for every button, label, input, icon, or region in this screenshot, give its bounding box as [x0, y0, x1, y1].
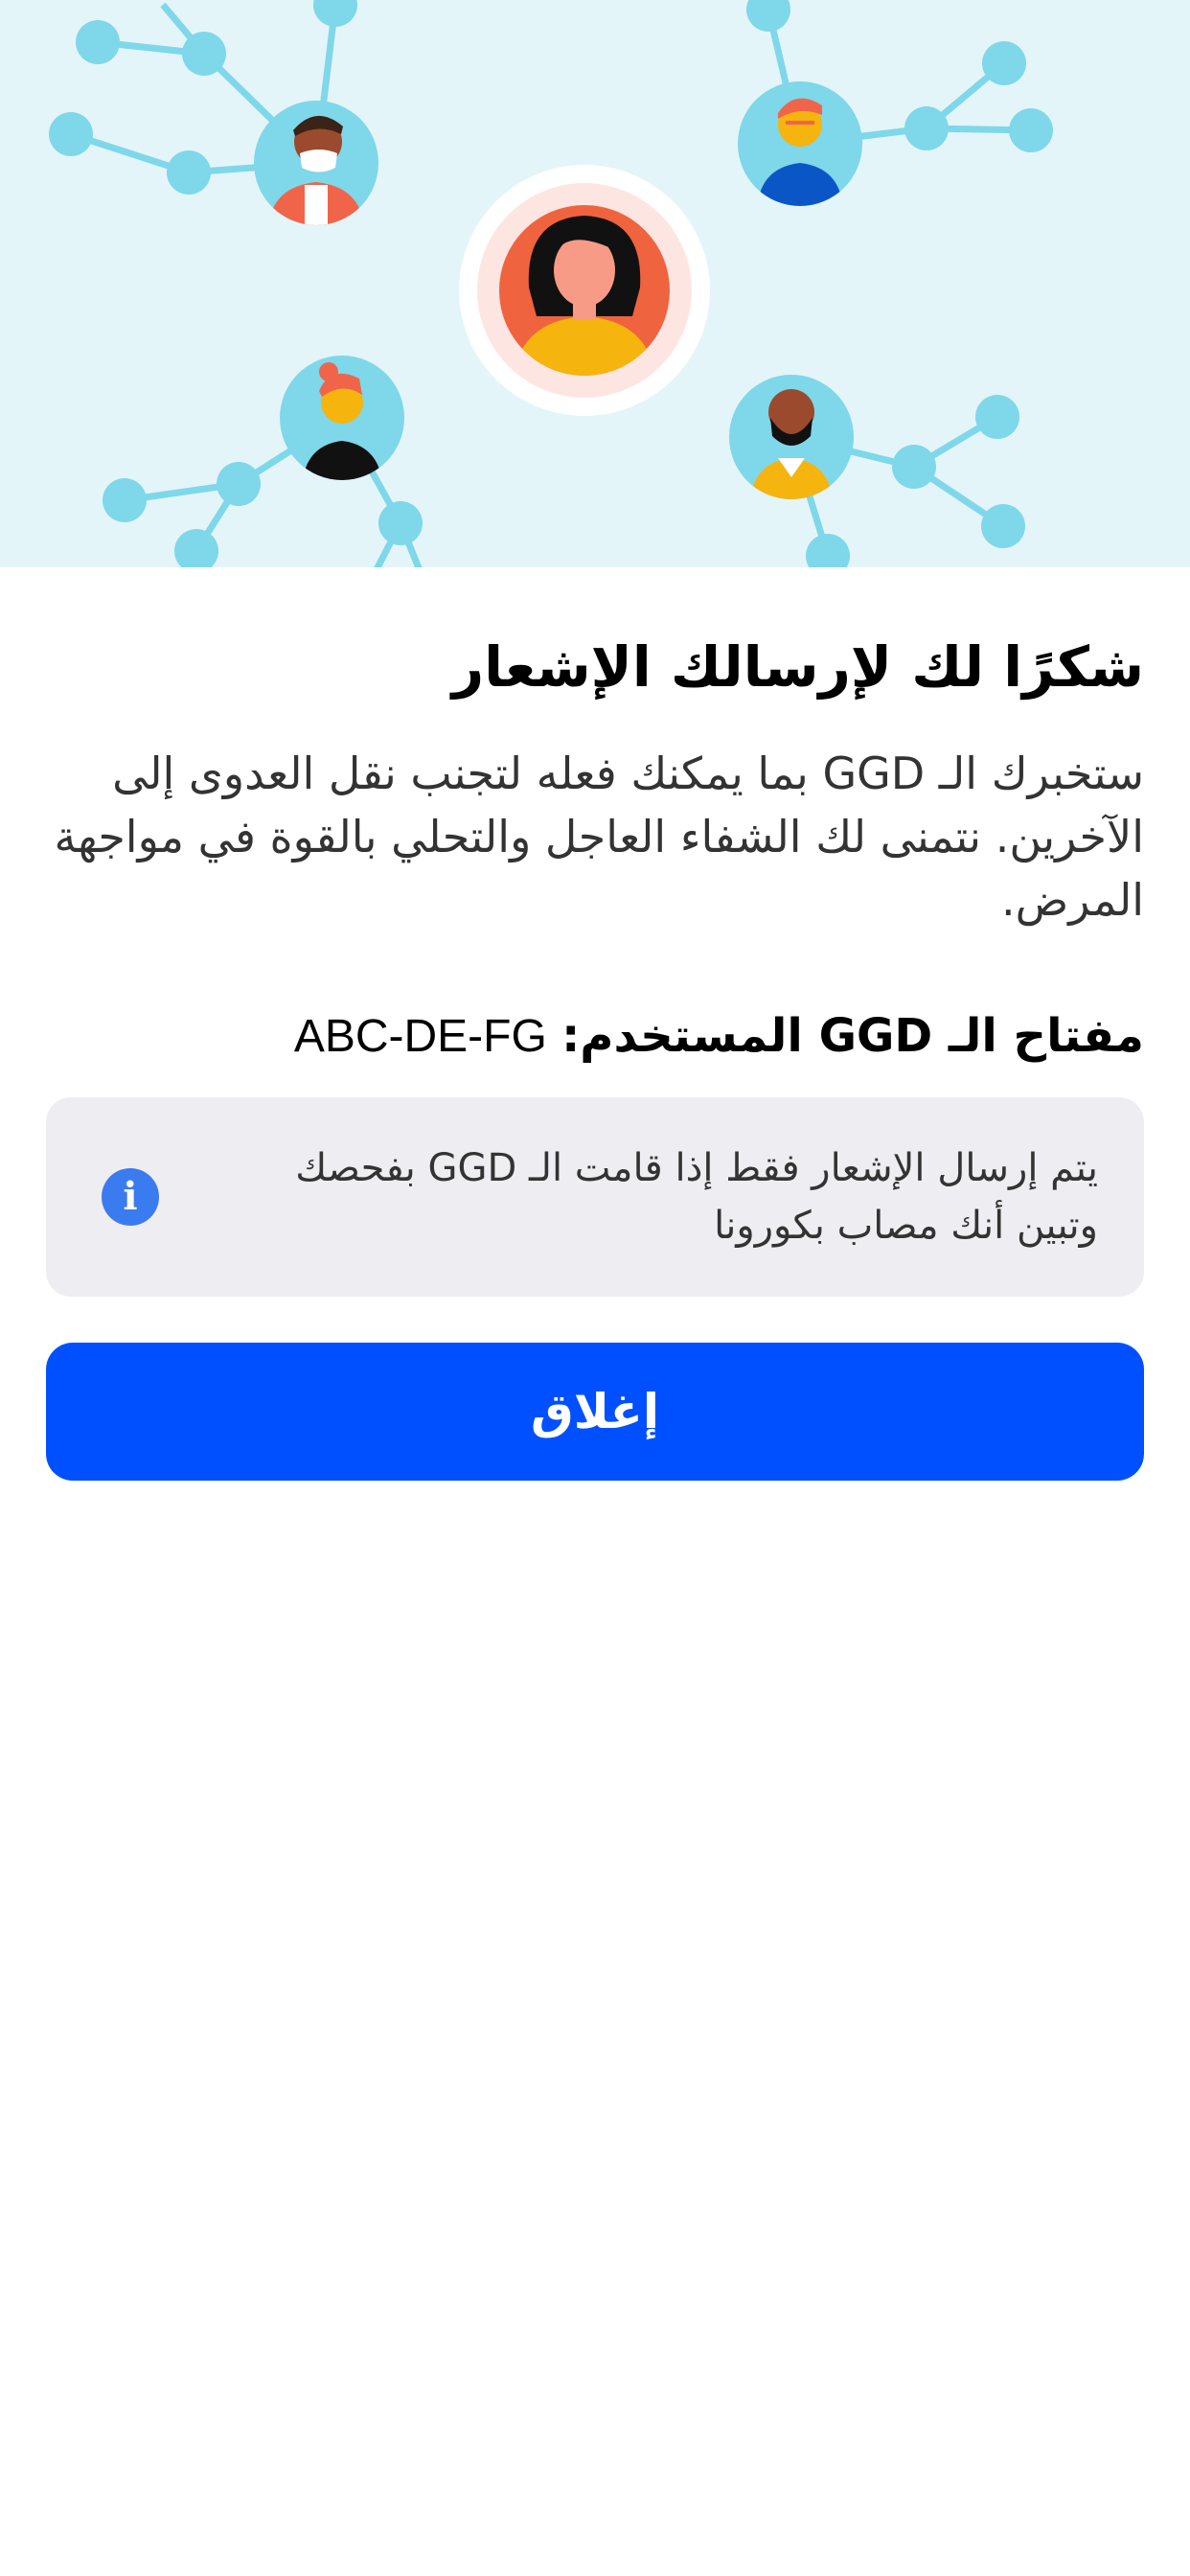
person-avatar-black-shirt: [280, 356, 404, 480]
main-content: شكرًا لك لإرسالك الإشعار ستخبرك الـ GGD …: [46, 567, 1144, 1481]
person-avatar-bearded: [729, 375, 854, 499]
ggd-key-label: مفتاح الـ GGD المستخدم:: [561, 1008, 1144, 1063]
hero-illustration: [0, 0, 1190, 567]
contact-network-illustration: [49, 0, 1053, 567]
person-avatar-masked: [254, 101, 378, 225]
ggd-key-value: ABC-DE-FG: [293, 1010, 547, 1062]
close-button[interactable]: إغلاق: [46, 1342, 1144, 1481]
ggd-key-line: مفتاح الـ GGD المستخدم: ABC-DE-FG: [46, 1006, 1144, 1067]
description-text: ستخبرك الـ GGD بما يمكنك فعله لتجنب نقل …: [54, 747, 1145, 926]
page-title: شكرًا لك لإرسالك الإشعار: [451, 634, 1144, 700]
info-icon: i: [102, 1167, 159, 1226]
person-avatar-center: [459, 165, 710, 416]
info-card: يتم إرسال الإشعار فقط إذا قامت الـ GGD ب…: [46, 1096, 1144, 1297]
info-text: يتم إرسال الإشعار فقط إذا قامت الـ GGD ب…: [295, 1145, 1098, 1248]
person-avatar-blue-shirt: [738, 81, 862, 206]
